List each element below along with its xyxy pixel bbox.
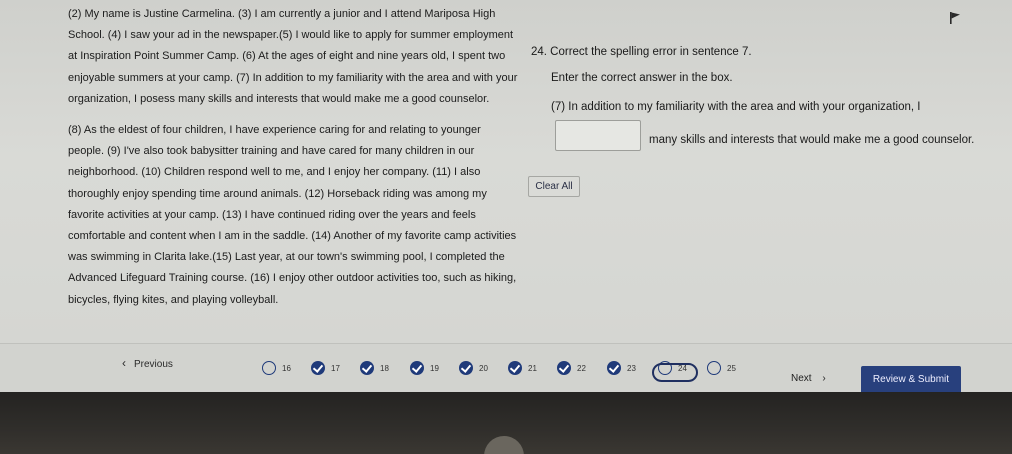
question-nav-number: 25 xyxy=(727,363,736,373)
question-instruction: Enter the correct answer in the box. xyxy=(551,72,733,84)
question-nav-21[interactable]: 21 xyxy=(508,361,537,375)
current-question-indicator xyxy=(652,363,698,382)
check-circle-icon xyxy=(360,361,374,375)
next-label: Next xyxy=(791,373,812,384)
question-nav-25[interactable]: 25 xyxy=(707,361,736,375)
clear-all-button[interactable]: Clear All xyxy=(528,176,580,197)
chevron-left-icon: ‹ xyxy=(122,356,126,370)
question-nav-number: 22 xyxy=(577,363,586,373)
previous-label: Previous xyxy=(134,359,173,370)
question-navigation-bar: ‹Previous 16 17 18 19 20 21 22 23 24 25 xyxy=(0,343,1012,392)
review-submit-button[interactable]: Review & Submit xyxy=(861,366,961,392)
check-circle-icon xyxy=(311,361,325,375)
passage-paragraph-2: (8) As the eldest of four children, I ha… xyxy=(68,124,517,306)
question-nav-number: 17 xyxy=(331,363,340,373)
next-button[interactable]: Next › xyxy=(791,373,826,384)
sentence-start: (7) In addition to my familiarity with t… xyxy=(551,101,921,113)
question-nav-19[interactable]: 19 xyxy=(410,361,439,375)
answer-input[interactable] xyxy=(555,120,641,151)
question-nav-number: 16 xyxy=(282,363,291,373)
check-circle-icon xyxy=(410,361,424,375)
question-nav-20[interactable]: 20 xyxy=(459,361,488,375)
question-nav-number: 21 xyxy=(528,363,537,373)
empty-circle-icon xyxy=(262,361,276,375)
check-circle-icon xyxy=(557,361,571,375)
sentence-end: many skills and interests that would mak… xyxy=(649,134,975,146)
question-nav-23[interactable]: 23 xyxy=(607,361,636,375)
question-nav-16[interactable]: 16 xyxy=(262,361,291,375)
question-nav-number: 18 xyxy=(380,363,389,373)
previous-button[interactable]: ‹ Previous xyxy=(122,356,173,370)
question-nav-number: 20 xyxy=(479,363,488,373)
question-prompt: 24. Correct the spelling error in senten… xyxy=(531,46,752,58)
empty-circle-icon xyxy=(707,361,721,375)
check-circle-icon xyxy=(459,361,473,375)
reading-passage: (2) My name is Justine Carmelina. (3) I … xyxy=(68,4,518,321)
question-nav-18[interactable]: 18 xyxy=(360,361,389,375)
question-nav-17[interactable]: 17 xyxy=(311,361,340,375)
check-circle-icon xyxy=(508,361,522,375)
check-circle-icon xyxy=(607,361,621,375)
passage-paragraph-1: (2) My name is Justine Carmelina. (3) I … xyxy=(68,8,518,105)
chevron-right-icon: › xyxy=(822,373,826,384)
flag-icon[interactable] xyxy=(948,11,962,25)
question-nav-22[interactable]: 22 xyxy=(557,361,586,375)
question-nav-number: 19 xyxy=(430,363,439,373)
question-nav-number: 23 xyxy=(627,363,636,373)
test-screen: (2) My name is Justine Carmelina. (3) I … xyxy=(0,0,1012,392)
